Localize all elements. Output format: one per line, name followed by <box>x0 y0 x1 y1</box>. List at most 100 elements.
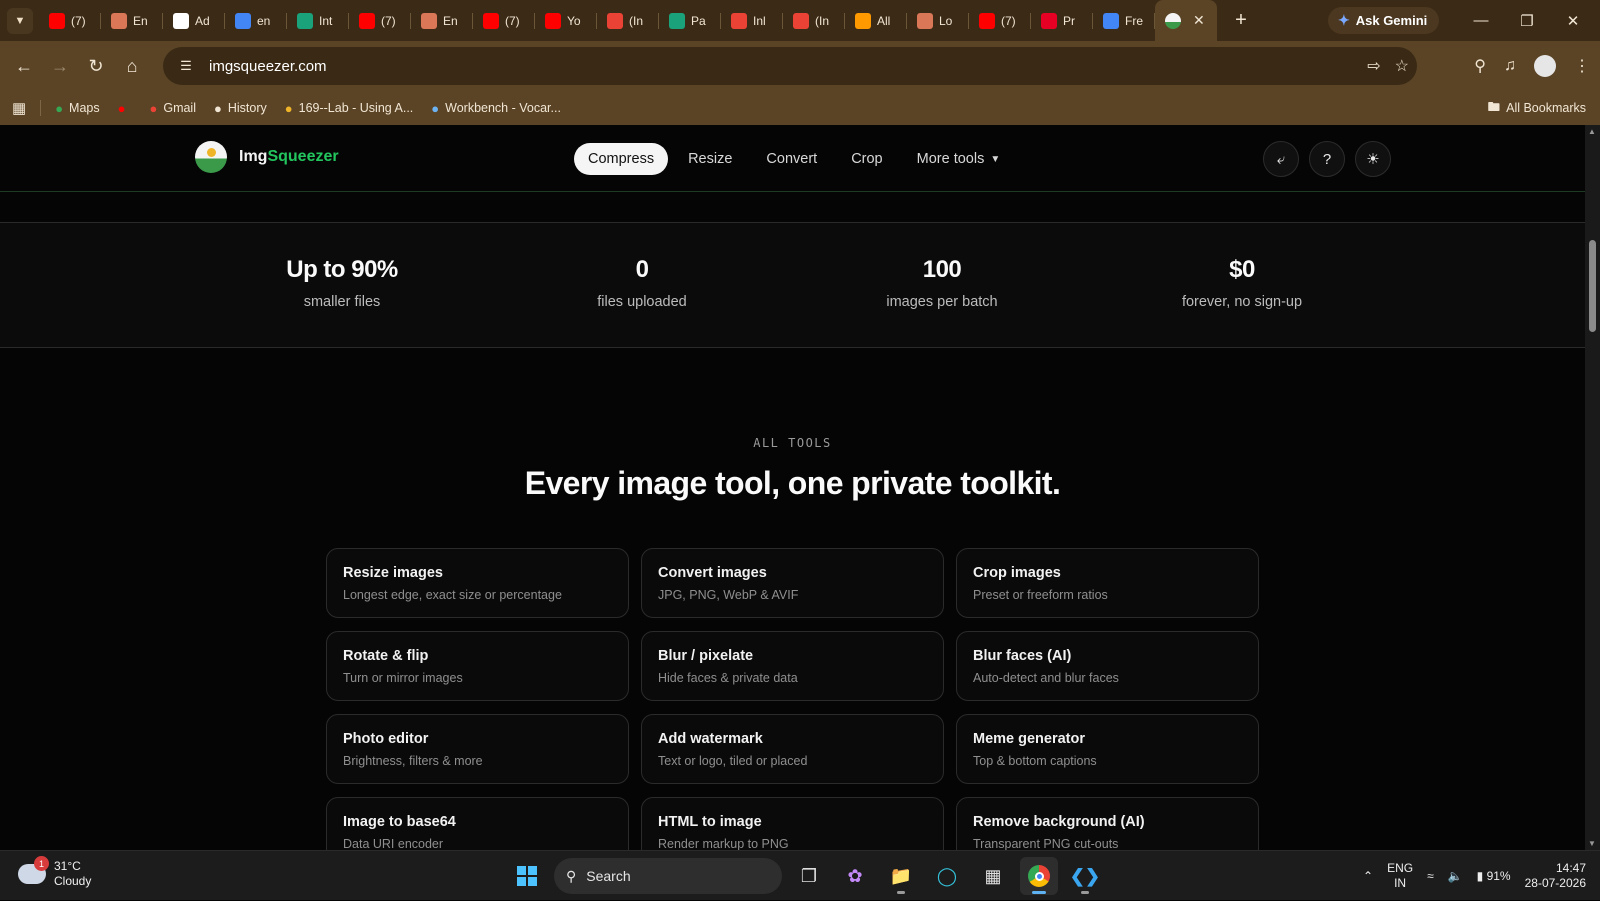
browser-tab[interactable]: en <box>225 0 287 41</box>
task-view-icon[interactable]: ❐ <box>790 857 828 895</box>
bookmark-item[interactable]: ● History <box>214 101 267 116</box>
bookmark-item[interactable]: ● 169--Lab - Using A... <box>285 101 414 116</box>
wifi-icon[interactable]: ≈ <box>1427 869 1434 883</box>
language-indicator[interactable]: ENG IN <box>1387 861 1413 891</box>
start-button[interactable] <box>508 857 546 895</box>
browser-tab[interactable]: (7) <box>39 0 101 41</box>
share-button[interactable]: ⤶ <box>1263 141 1299 177</box>
clock-date: 28-07-2026 <box>1524 876 1586 890</box>
profile-avatar[interactable] <box>1534 55 1556 77</box>
show-hidden-icons-button[interactable]: ⌃ <box>1363 869 1373 883</box>
file-explorer-icon[interactable]: 📁 <box>882 857 920 895</box>
gmail-icon <box>793 12 809 29</box>
minimize-button[interactable]: — <box>1458 0 1504 41</box>
all-bookmarks-button[interactable]: 🖿 All Bookmarks <box>1488 91 1586 125</box>
page-scrollbar[interactable]: ▲ ▼ <box>1585 125 1600 850</box>
battery-indicator[interactable]: ▮ 91% <box>1477 869 1511 883</box>
browser-tab[interactable]: Yo <box>535 0 597 41</box>
bookmark-item[interactable]: ● Maps <box>55 101 99 116</box>
new-tab-button[interactable]: + <box>1229 9 1253 32</box>
bookmark-star-icon[interactable]: ☆ <box>1395 56 1409 76</box>
taskbar-search[interactable]: ⚲ Search <box>554 858 782 894</box>
bookmark-item[interactable]: ● Workbench - Vocar... <box>431 101 561 116</box>
browser-tab[interactable]: Ad <box>163 0 225 41</box>
tab-title: Pa <box>691 13 706 28</box>
browser-tab[interactable]: (7) <box>969 0 1031 41</box>
clock[interactable]: 14:47 28-07-2026 <box>1525 861 1586 891</box>
tool-title: Rotate & flip <box>343 648 429 664</box>
tool-card[interactable]: Blur faces (AI) Auto-detect and blur face… <box>956 631 1259 701</box>
battery-icon: ▮ <box>1476 869 1484 883</box>
browser-tab[interactable]: En <box>411 0 473 41</box>
reload-button[interactable]: ↻ <box>78 48 114 84</box>
tool-card[interactable]: Blur / pixelate Hide faces & private data <box>641 631 944 701</box>
browser-menu-icon[interactable]: ⋮ <box>1574 56 1590 76</box>
tool-card[interactable]: Photo editor Brightness, filters & more <box>326 714 629 784</box>
tool-card[interactable]: Remove background (AI) Transparent PNG cu… <box>956 797 1259 850</box>
bookmark-list: ● Maps ● ● Gmail ● History ● 169--Lab - Using A.… <box>55 101 579 116</box>
theme-toggle-button[interactable]: ☀ <box>1355 141 1391 177</box>
weather-widget[interactable]: 1 31°C Cloudy <box>18 856 91 889</box>
tool-card[interactable]: Image to base64 Data URI encoder <box>326 797 629 850</box>
browser-tab[interactable]: Int <box>287 0 349 41</box>
help-button[interactable]: ? <box>1309 141 1345 177</box>
ask-gemini-button[interactable]: ✦ Ask Gemini <box>1328 7 1440 34</box>
bookmarks-bar: ▦ ● Maps ● ● Gmail ● History ● 169--Lab - Using … <box>0 91 1600 125</box>
bookmark-item[interactable]: ● <box>118 101 132 116</box>
browser-tab[interactable]: All <box>845 0 907 41</box>
tool-card[interactable]: Meme generator Top & bottom captions <box>956 714 1259 784</box>
tool-card[interactable]: Convert images JPG, PNG, WebP & AVIF <box>641 548 944 618</box>
google-icon <box>1103 12 1119 29</box>
nav-more-tools[interactable]: More tools ▼ <box>903 143 1015 175</box>
edge-icon[interactable]: ◯ <box>928 857 966 895</box>
close-window-button[interactable]: ✕ <box>1550 0 1596 41</box>
restore-button[interactable]: ❐ <box>1504 0 1550 41</box>
tool-card[interactable]: Resize images Longest edge, exact size or… <box>326 548 629 618</box>
bookmark-label: 169--Lab - Using A... <box>298 101 414 115</box>
install-app-icon[interactable]: ⇨ <box>1367 56 1380 76</box>
browser-tab[interactable]: (7) <box>349 0 411 41</box>
bookmark-item[interactable]: ● Gmail <box>149 101 196 116</box>
tool-card[interactable]: HTML to image Render markup to PNG <box>641 797 944 850</box>
browser-tab[interactable]: (7) <box>473 0 535 41</box>
site-info-icon[interactable]: ☰ <box>171 58 201 74</box>
nav-convert[interactable]: Convert <box>752 143 831 175</box>
browser-tab-active[interactable]: ✕ <box>1155 0 1217 41</box>
media-controls-icon[interactable]: ♫ <box>1504 57 1516 75</box>
tool-description: JPG, PNG, WebP & AVIF <box>658 588 799 602</box>
tool-card[interactable]: Rotate & flip Turn or mirror images <box>326 631 629 701</box>
browser-tab[interactable]: Pa <box>659 0 721 41</box>
tab-search-dropdown-icon[interactable]: ▼ <box>7 7 33 34</box>
browser-tab[interactable]: (In <box>597 0 659 41</box>
browser-tab[interactable]: Lo <box>907 0 969 41</box>
home-button[interactable]: ⌂ <box>114 48 150 84</box>
share-icon: ⤶ <box>1276 150 1286 168</box>
nav-compress[interactable]: Compress <box>574 143 669 175</box>
scrollbar-thumb[interactable] <box>1589 240 1596 332</box>
browser-toolbar: ← → ↻ ⌂ ☰ imgsqueezer.com ⇨ ☆ ⚲ ♫ ⋮ <box>0 41 1600 91</box>
vscode-icon[interactable]: ❮❯ <box>1066 857 1104 895</box>
browser-tab[interactable]: Fre <box>1093 0 1155 41</box>
tool-card[interactable]: Crop images Preset or freeform ratios <box>956 548 1259 618</box>
store-icon[interactable]: ▦ <box>974 857 1012 895</box>
nav-crop[interactable]: Crop <box>837 143 896 175</box>
copilot-icon[interactable]: ✿ <box>836 857 874 895</box>
volume-icon[interactable]: 🔈 <box>1448 869 1463 883</box>
browser-tab[interactable]: En <box>101 0 163 41</box>
logo-text-suffix: Squeezer <box>267 148 339 165</box>
browser-tab[interactable]: (In <box>783 0 845 41</box>
nav-resize[interactable]: Resize <box>674 143 746 175</box>
browser-tab[interactable]: Inl <box>721 0 783 41</box>
extensions-icon[interactable]: ⚲ <box>1474 56 1486 76</box>
close-tab-icon[interactable]: ✕ <box>1193 12 1205 29</box>
apps-grid-icon[interactable]: ▦ <box>12 99 26 117</box>
chrome-icon[interactable] <box>1020 857 1058 895</box>
browser-tab[interactable]: Pr <box>1031 0 1093 41</box>
scroll-up-icon[interactable]: ▲ <box>1588 127 1596 136</box>
tool-card[interactable]: Add watermark Text or logo, tiled or plac… <box>641 714 944 784</box>
forward-button[interactable]: → <box>42 48 78 84</box>
address-bar[interactable]: ☰ imgsqueezer.com ⇨ ☆ <box>163 47 1417 85</box>
site-logo[interactable]: Img Squeezer <box>195 141 339 173</box>
scroll-down-icon[interactable]: ▼ <box>1588 839 1596 848</box>
back-button[interactable]: ← <box>6 48 42 84</box>
